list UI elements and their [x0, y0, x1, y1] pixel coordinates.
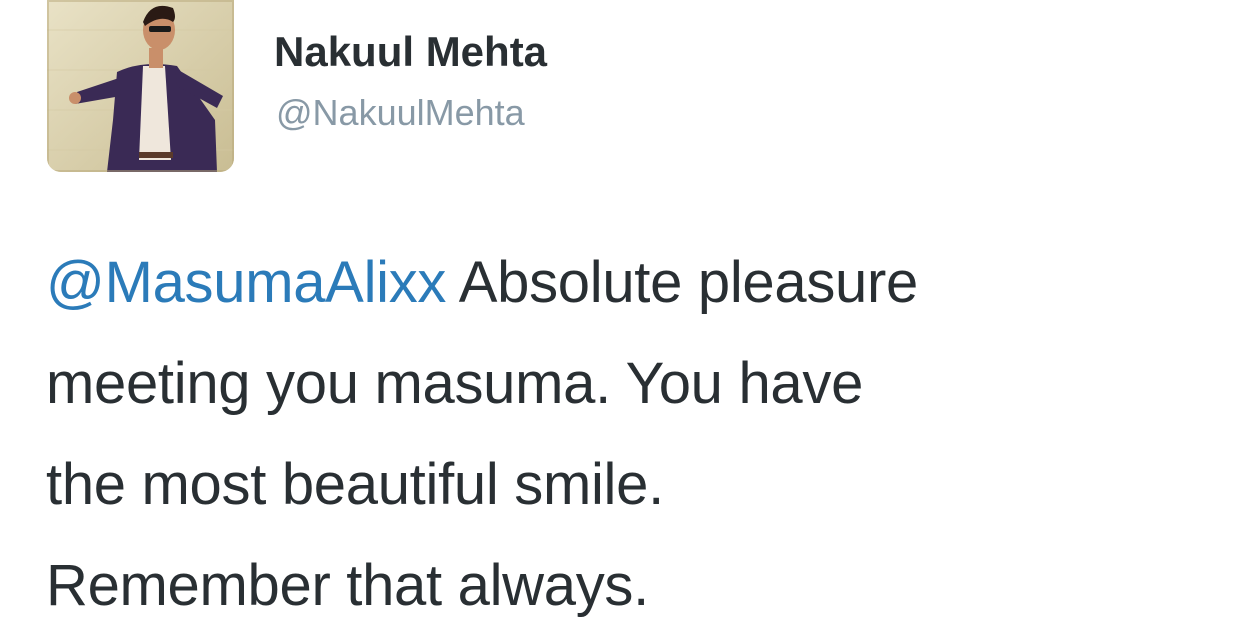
tweet-line: @MasumaAlixx Absolute pleasure — [46, 232, 1226, 333]
tweet-line: Remember that always. — [46, 553, 649, 618]
tweet-line: the most beautiful smile. — [46, 452, 664, 517]
user-handle[interactable]: @NakuulMehta — [276, 92, 525, 134]
user-avatar[interactable] — [47, 0, 234, 172]
tweet-line-text: Absolute pleasure — [446, 250, 919, 315]
tweet-text: @MasumaAlixx Absolute pleasure meeting y… — [46, 232, 1226, 636]
tweet-line: meeting you masuma. You have — [46, 351, 864, 416]
avatar-photo-icon — [47, 0, 234, 172]
mention-link[interactable]: @MasumaAlixx — [46, 250, 446, 315]
user-display-name[interactable]: Nakuul Mehta — [274, 28, 547, 76]
